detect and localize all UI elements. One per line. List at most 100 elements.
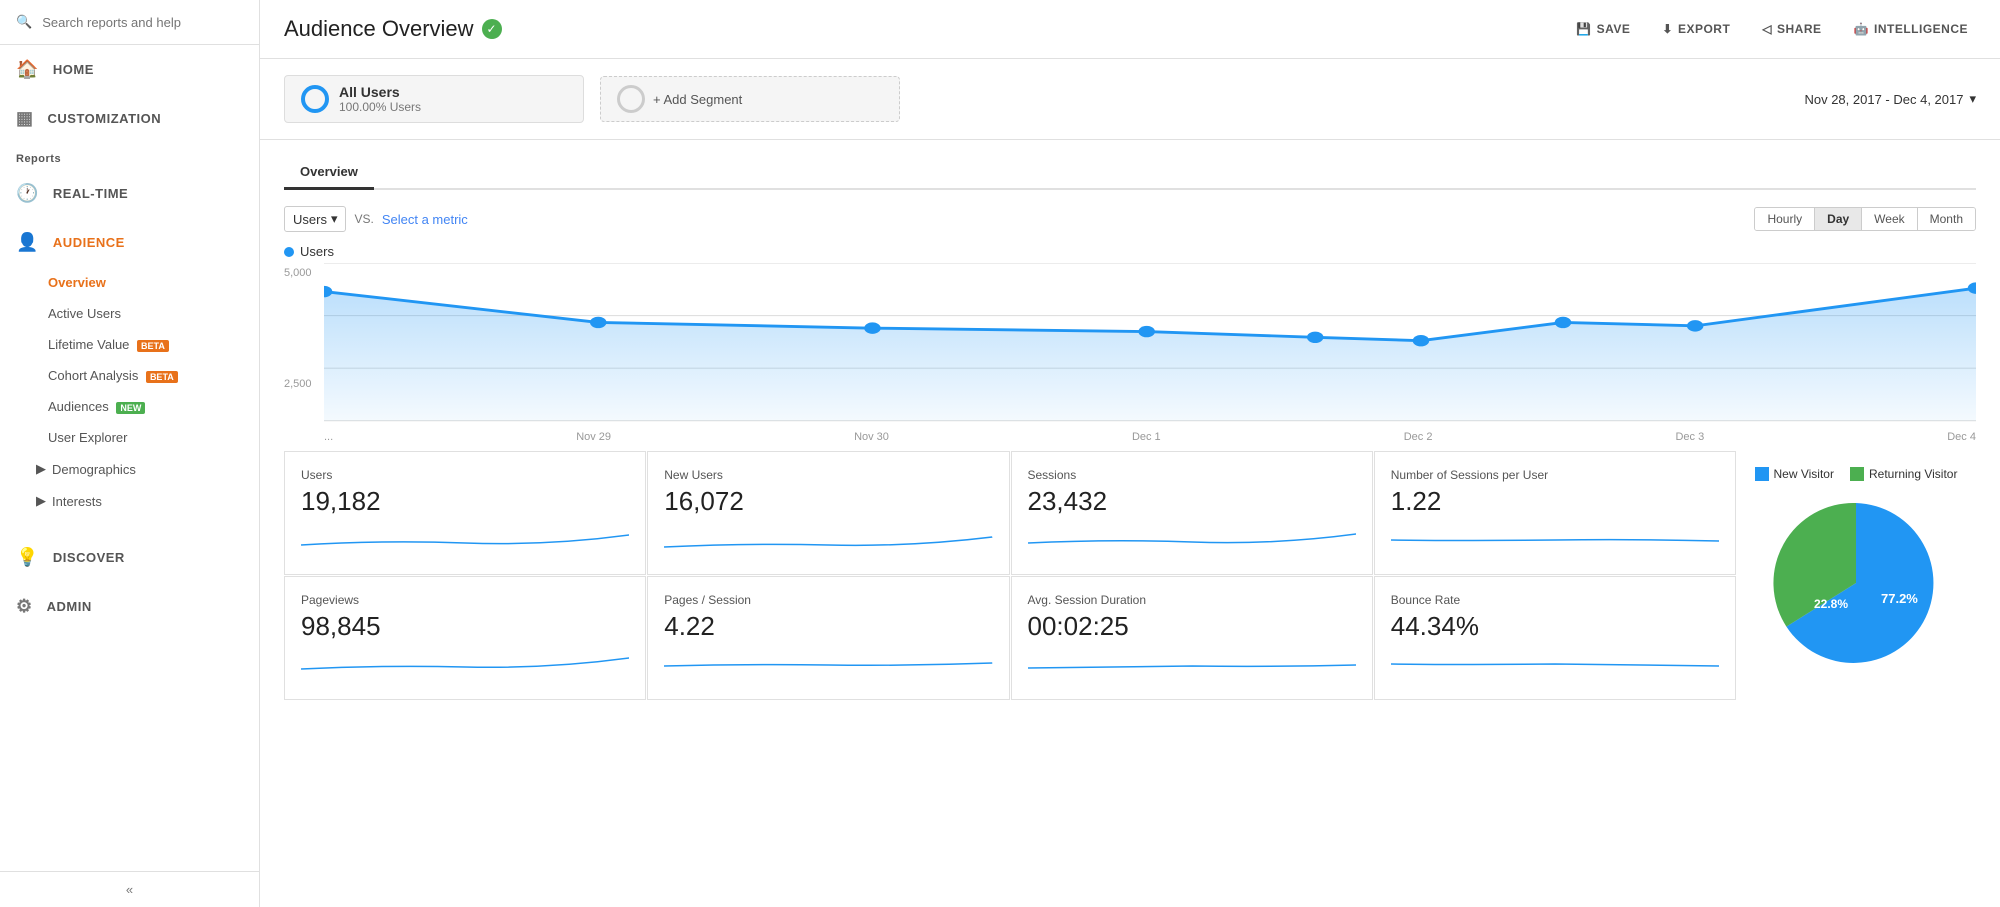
sidebar-item-cohort-analysis[interactable]: Cohort Analysis BETA xyxy=(0,360,259,391)
segments-bar: All Users 100.00% Users + Add Segment No… xyxy=(260,59,2000,140)
sidebar-customization-label: CUSTOMIZATION xyxy=(48,111,162,126)
stat-new-users: New Users 16,072 xyxy=(647,451,1009,575)
pie-legend: New Visitor Returning Visitor xyxy=(1755,467,1958,481)
pie-legend-returning-visitor: Returning Visitor xyxy=(1850,467,1958,481)
sidebar-item-demographics[interactable]: ▶ Demographics xyxy=(0,453,259,485)
demographics-label: Demographics xyxy=(52,462,136,477)
sessions-per-user-value: 1.22 xyxy=(1391,486,1719,517)
avg-duration-value: 00:02:25 xyxy=(1028,611,1356,642)
sidebar-home-label: HOME xyxy=(53,62,94,77)
time-buttons: Hourly Day Week Month xyxy=(1754,207,1976,231)
pie-legend-new-visitor: New Visitor xyxy=(1755,467,1834,481)
sidebar-item-customization[interactable]: ▦ CUSTOMIZATION xyxy=(0,94,259,143)
save-label: SAVE xyxy=(1597,22,1631,36)
time-btn-week[interactable]: Week xyxy=(1862,208,1917,230)
sidebar-item-realtime[interactable]: 🕐 REAL-TIME xyxy=(0,169,259,218)
chart-controls: Users ▾ VS. Select a metric Hourly Day W… xyxy=(284,206,1976,232)
metric-label: Users xyxy=(293,212,327,227)
tab-overview[interactable]: Overview xyxy=(284,156,374,190)
bounce-rate-value: 44.34% xyxy=(1391,611,1719,642)
share-label: SHARE xyxy=(1777,22,1822,36)
sidebar-item-audience[interactable]: 👤 AUDIENCE xyxy=(0,218,259,267)
chart-legend-label: Users xyxy=(300,244,334,259)
pages-session-label: Pages / Session xyxy=(664,593,992,607)
all-users-segment[interactable]: All Users 100.00% Users xyxy=(284,75,584,123)
svg-text:77.2%: 77.2% xyxy=(1881,591,1918,606)
time-btn-hourly[interactable]: Hourly xyxy=(1755,208,1815,230)
metric-dropdown[interactable]: Users ▾ xyxy=(284,206,346,232)
new-visitor-label: New Visitor xyxy=(1774,467,1834,481)
stats-row-2: Pageviews 98,845 Pages / Session 4.22 xyxy=(284,576,1736,700)
stats-row-1: Users 19,182 New Users 16,072 xyxy=(284,451,1736,575)
segments-left: All Users 100.00% Users + Add Segment xyxy=(284,75,900,123)
sidebar-item-lifetime-value[interactable]: Lifetime Value BETA xyxy=(0,329,259,360)
cohort-badge: BETA xyxy=(146,371,178,383)
lifetime-value-badge: BETA xyxy=(137,340,169,352)
sidebar: 🔍 🏠 HOME ▦ CUSTOMIZATION Reports 🕐 REAL-… xyxy=(0,0,260,907)
chart-area: 5,000 2,500 xyxy=(284,263,1976,443)
tabs-bar: Overview xyxy=(284,156,1976,190)
sidebar-item-active-users[interactable]: Active Users xyxy=(0,298,259,329)
intelligence-label: INTELLIGENCE xyxy=(1874,22,1968,36)
sidebar-collapse-button[interactable]: « xyxy=(0,871,259,907)
share-button[interactable]: ◁ SHARE xyxy=(1754,18,1829,40)
chart-svg xyxy=(324,263,1976,423)
export-button[interactable]: ⬇ EXPORT xyxy=(1654,18,1738,40)
save-icon: 💾 xyxy=(1576,22,1591,36)
sidebar-item-admin[interactable]: ⚙ ADMIN xyxy=(0,582,259,631)
sessions-label: Sessions xyxy=(1028,468,1356,482)
save-button[interactable]: 💾 SAVE xyxy=(1568,18,1638,40)
sidebar-item-home[interactable]: 🏠 HOME xyxy=(0,45,259,94)
sidebar-item-overview[interactable]: Overview xyxy=(0,267,259,298)
sidebar-item-user-explorer[interactable]: User Explorer xyxy=(0,422,259,453)
stat-users: Users 19,182 xyxy=(284,451,646,575)
page-title: Audience Overview xyxy=(284,16,474,42)
select-metric-link[interactable]: Select a metric xyxy=(382,212,468,227)
sidebar-item-interests[interactable]: ▶ Interests xyxy=(0,485,259,517)
svg-text:22.8%: 22.8% xyxy=(1814,597,1848,611)
share-icon: ◁ xyxy=(1762,22,1772,36)
segment-sub: 100.00% Users xyxy=(339,100,421,114)
top-bar: Audience Overview ✓ 💾 SAVE ⬇ EXPORT ◁ SH… xyxy=(260,0,2000,59)
home-icon: 🏠 xyxy=(16,59,39,80)
export-label: EXPORT xyxy=(1678,22,1730,36)
time-btn-month[interactable]: Month xyxy=(1918,208,1975,230)
content-area: Overview Users ▾ VS. Select a metric Hou… xyxy=(260,140,2000,717)
pageviews-label: Pageviews xyxy=(301,593,629,607)
sidebar-item-audiences[interactable]: Audiences NEW xyxy=(0,391,259,422)
add-segment-circle xyxy=(617,85,645,113)
segment-info: All Users 100.00% Users xyxy=(339,84,421,114)
chart-x-labels: ... Nov 29 Nov 30 Dec 1 Dec 2 Dec 3 Dec … xyxy=(324,431,1976,443)
search-input[interactable] xyxy=(42,15,243,30)
search-icon: 🔍 xyxy=(16,14,32,30)
date-range-picker[interactable]: Nov 28, 2017 - Dec 4, 2017 ▾ xyxy=(1804,91,1976,107)
users-value: 19,182 xyxy=(301,486,629,517)
chart-legend: Users xyxy=(284,244,1976,259)
sidebar-item-discover[interactable]: 💡 DISCOVER xyxy=(0,533,259,582)
users-label: Users xyxy=(301,468,629,482)
intelligence-button[interactable]: 🤖 INTELLIGENCE xyxy=(1846,18,1976,40)
vs-label: VS. xyxy=(354,212,373,226)
sessions-value: 23,432 xyxy=(1028,486,1356,517)
pie-section: New Visitor Returning Visitor xyxy=(1736,451,1976,701)
avg-duration-label: Avg. Session Duration xyxy=(1028,593,1356,607)
stat-sessions-per-user: Number of Sessions per User 1.22 xyxy=(1374,451,1736,575)
new-users-value: 16,072 xyxy=(664,486,992,517)
audiences-badge: NEW xyxy=(116,402,145,414)
add-segment-button[interactable]: + Add Segment xyxy=(600,76,900,122)
dropdown-arrow: ▾ xyxy=(331,211,338,227)
new-users-label: New Users xyxy=(664,468,992,482)
export-icon: ⬇ xyxy=(1662,22,1673,36)
collapse-icon: « xyxy=(126,882,133,897)
legend-dot xyxy=(284,247,294,257)
intelligence-icon: 🤖 xyxy=(1854,22,1869,36)
realtime-icon: 🕐 xyxy=(16,183,39,204)
add-segment-label: + Add Segment xyxy=(653,92,742,107)
search-bar[interactable]: 🔍 xyxy=(0,0,259,45)
interests-label: Interests xyxy=(52,494,102,509)
sessions-per-user-label: Number of Sessions per User xyxy=(1391,468,1719,482)
segment-name: All Users xyxy=(339,84,421,100)
sidebar-discover-label: DISCOVER xyxy=(53,550,125,565)
date-range-label: Nov 28, 2017 - Dec 4, 2017 xyxy=(1804,92,1963,107)
time-btn-day[interactable]: Day xyxy=(1815,208,1862,230)
